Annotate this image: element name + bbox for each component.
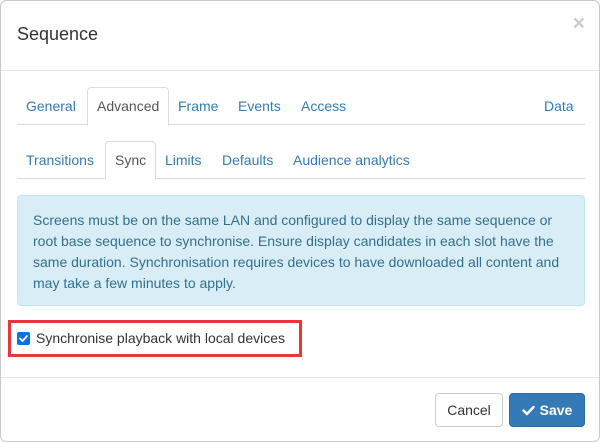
save-button[interactable]: Save [509, 393, 585, 427]
save-label: Save [539, 402, 573, 418]
sync-playback-label: Synchronise playback with local devices [36, 330, 286, 346]
tab-limits[interactable]: Limits [156, 141, 211, 179]
secondary-tab-bar: Transitions Sync Limits Defaults Audienc… [17, 141, 585, 180]
sync-info-alert: Screens must be on the same LAN and conf… [17, 195, 585, 306]
dialog-title: Sequence [17, 24, 99, 44]
check-icon [521, 405, 535, 416]
sync-playback-option[interactable]: Synchronise playback with local devices [17, 329, 285, 347]
close-icon[interactable]: × [573, 13, 585, 34]
sync-info-text: Screens must be on the same LAN and conf… [33, 212, 560, 291]
tab-sync[interactable]: Sync [105, 141, 157, 180]
tab-audience-analytics[interactable]: Audience analytics [284, 141, 419, 179]
dialog-footer: Cancel Save [1, 377, 599, 441]
tab-defaults[interactable]: Defaults [213, 141, 282, 179]
primary-tab-bar: General Advanced Frame Events Access Dat… [17, 87, 585, 126]
tab-data[interactable]: Data [535, 87, 583, 125]
tab-transitions[interactable]: Transitions [17, 141, 103, 179]
tab-general[interactable]: General [17, 87, 85, 125]
tab-events[interactable]: Events [229, 87, 290, 125]
dialog-header: Sequence × [1, 1, 599, 71]
tab-advanced[interactable]: Advanced [87, 87, 170, 126]
cancel-button[interactable]: Cancel [435, 393, 503, 427]
tab-frame[interactable]: Frame [169, 87, 227, 125]
checkbox-checked-icon[interactable] [17, 331, 30, 345]
tab-access[interactable]: Access [292, 87, 355, 125]
sequence-dialog: Sequence × General Advanced Frame Events… [0, 0, 600, 442]
